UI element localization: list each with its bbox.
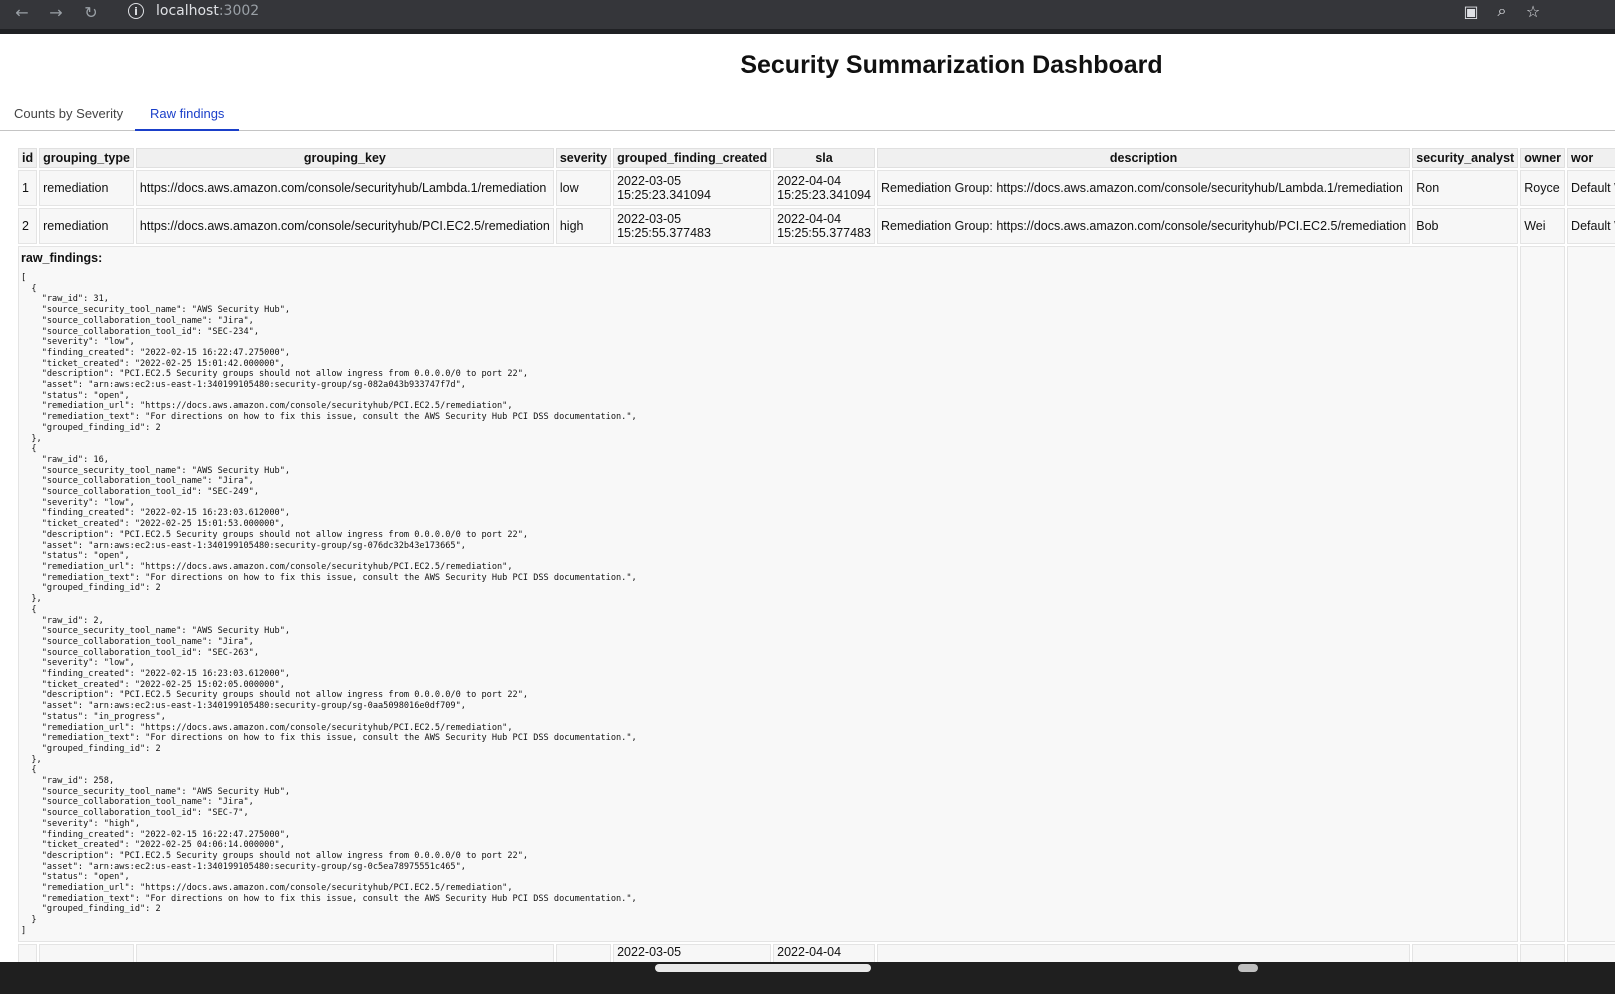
tab-raw-findings[interactable]: Raw findings bbox=[135, 106, 240, 131]
cell-security-analyst: Bob bbox=[1412, 208, 1519, 244]
cell-grouping-type: remediation bbox=[39, 170, 134, 206]
findings-table-container: id grouping_type grouping_key severity g… bbox=[16, 146, 1615, 966]
cell-grouping-key: https://docs.aws.amazon.com/console/secu… bbox=[135, 208, 554, 244]
cell-grouping-key: https://docs.aws.amazon.com/console/secu… bbox=[135, 170, 554, 206]
cell-workflow: Default Wor bbox=[1567, 170, 1615, 206]
cell-sla: 2022-04-04 bbox=[773, 943, 875, 964]
address-bar[interactable]: localhost:3002 bbox=[156, 3, 259, 19]
sla-date: 2022-04-04 bbox=[777, 212, 842, 226]
table-header-row: id grouping_type grouping_key severity g… bbox=[18, 148, 1615, 168]
created-date: 2022-03-05 bbox=[617, 174, 682, 188]
cell-security-analyst: Ron bbox=[1412, 170, 1519, 206]
url-host: localhost bbox=[156, 3, 219, 19]
browser-toolbar: ← → ↻ i localhost:3002 ▣ ⌕ ☆ bbox=[0, 0, 1615, 34]
column-header-severity[interactable]: severity bbox=[555, 148, 612, 168]
taskbar-search-box[interactable] bbox=[655, 964, 871, 972]
created-date: 2022-03-05 bbox=[617, 212, 682, 226]
arrow-left-icon[interactable]: ← bbox=[8, 0, 36, 24]
cell-owner: Wei bbox=[1520, 208, 1566, 244]
url-port: :3002 bbox=[218, 3, 260, 19]
column-header-workflow[interactable]: wor bbox=[1567, 148, 1615, 168]
cell-grouped-finding-created: 2022-03-05 15:25:23.341094 bbox=[613, 170, 772, 206]
table-row[interactable]: 1 remediation https://docs.aws.amazon.co… bbox=[18, 170, 1615, 206]
cell-description: Remediation Group: https://docs.aws.amaz… bbox=[876, 170, 1411, 206]
install-app-icon[interactable]: ▣ bbox=[1459, 0, 1483, 22]
taskbar-app-icon[interactable] bbox=[1238, 964, 1258, 972]
bookmark-star-icon[interactable]: ☆ bbox=[1521, 0, 1545, 22]
expanded-row-filler bbox=[1520, 246, 1566, 942]
cell-severity: low bbox=[555, 170, 612, 206]
toolbar-divider bbox=[0, 29, 1615, 34]
created-time: 15:25:23.341094 bbox=[617, 188, 711, 202]
cell-grouped-finding-created: 2022-03-05 bbox=[613, 943, 772, 964]
cell-id: 2 bbox=[18, 208, 38, 244]
cell-id bbox=[18, 943, 38, 964]
table-row[interactable]: 2 remediation https://docs.aws.amazon.co… bbox=[18, 208, 1615, 244]
column-header-description[interactable]: description bbox=[876, 148, 1411, 168]
info-icon[interactable]: i bbox=[128, 3, 144, 19]
cell-description: Remediation Group: https://docs.aws.amaz… bbox=[876, 208, 1411, 244]
arrow-right-icon[interactable]: → bbox=[42, 0, 70, 24]
cell-sla: 2022-04-04 15:25:55.377483 bbox=[773, 208, 875, 244]
page-title: Security Summarization Dashboard bbox=[740, 51, 1163, 79]
zoom-icon[interactable]: ⌕ bbox=[1490, 0, 1514, 22]
cell-workflow: Default Wor bbox=[1567, 208, 1615, 244]
column-header-grouping-key[interactable]: grouping_key bbox=[135, 148, 554, 168]
findings-table: id grouping_type grouping_key severity g… bbox=[16, 146, 1615, 966]
cell-severity: high bbox=[555, 208, 612, 244]
column-header-security-analyst[interactable]: security_analyst bbox=[1412, 148, 1519, 168]
column-header-grouped-finding-created[interactable]: grouped_finding_created bbox=[613, 148, 772, 168]
tab-bar: Counts by Severity Raw findings bbox=[0, 100, 1615, 131]
sla-date: 2022-04-04 bbox=[777, 174, 842, 188]
os-taskbar bbox=[0, 962, 1615, 994]
cell-grouping-key bbox=[135, 943, 554, 964]
cell-severity bbox=[555, 943, 612, 964]
cell-security-analyst bbox=[1412, 943, 1519, 964]
cell-owner: Royce bbox=[1520, 170, 1566, 206]
expanded-row: raw_findings: [ { "raw_id": 31, "source_… bbox=[18, 246, 1615, 942]
table-row[interactable]: 2022-03-05 2022-04-04 bbox=[18, 943, 1615, 964]
cell-id: 1 bbox=[18, 170, 38, 206]
sla-time: 15:25:55.377483 bbox=[777, 226, 871, 240]
sla-time: 15:25:23.341094 bbox=[777, 188, 871, 202]
cell-grouping-type: remediation bbox=[39, 208, 134, 244]
cell-grouping-type bbox=[39, 943, 134, 964]
cell-workflow bbox=[1567, 943, 1615, 964]
column-header-owner[interactable]: owner bbox=[1520, 148, 1566, 168]
column-header-grouping-type[interactable]: grouping_type bbox=[39, 148, 134, 168]
column-header-id[interactable]: id bbox=[18, 148, 38, 168]
cell-grouped-finding-created: 2022-03-05 15:25:55.377483 bbox=[613, 208, 772, 244]
raw-findings-label: raw_findings: bbox=[21, 251, 103, 265]
cell-owner bbox=[1520, 943, 1566, 964]
created-time: 15:25:55.377483 bbox=[617, 226, 711, 240]
expanded-row-filler bbox=[1567, 246, 1615, 942]
reload-icon[interactable]: ↻ bbox=[77, 0, 105, 24]
cell-sla: 2022-04-04 15:25:23.341094 bbox=[773, 170, 875, 206]
tab-counts-by-severity[interactable]: Counts by Severity bbox=[14, 106, 123, 129]
raw-findings-json: [ { "raw_id": 31, "source_security_tool_… bbox=[21, 273, 637, 936]
column-header-sla[interactable]: sla bbox=[773, 148, 875, 168]
cell-description bbox=[876, 943, 1411, 964]
raw-findings-panel: raw_findings: [ { "raw_id": 31, "source_… bbox=[18, 246, 1519, 942]
